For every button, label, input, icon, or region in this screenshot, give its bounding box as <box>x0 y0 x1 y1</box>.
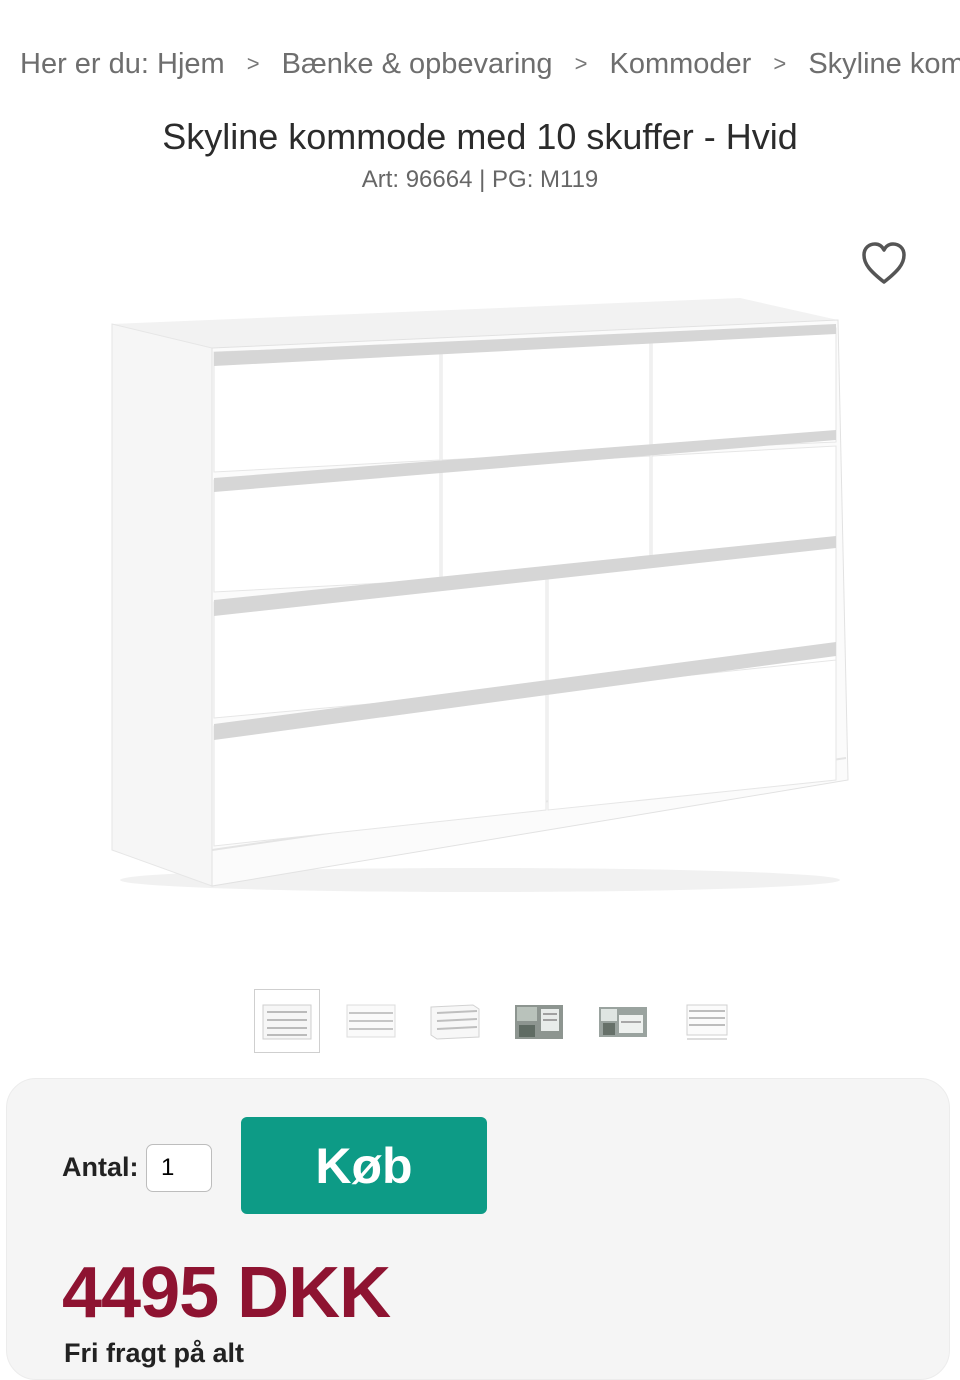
thumbnail-room-1[interactable] <box>506 989 572 1053</box>
quantity-input[interactable] <box>146 1144 212 1192</box>
thumbnail-angle[interactable] <box>422 989 488 1053</box>
price: 4495 DKK <box>62 1253 391 1333</box>
product-image[interactable] <box>100 290 860 900</box>
thumbnail-front-flat[interactable] <box>338 989 404 1053</box>
heart-outline-icon[interactable] <box>858 238 910 288</box>
breadcrumb-separator: > <box>773 51 787 76</box>
thumbnail-room-2[interactable] <box>590 989 656 1053</box>
breadcrumb-separator: > <box>574 51 588 76</box>
breadcrumb: Her er du: Hjem > Bænke & opbevaring > K… <box>20 48 960 81</box>
thumbnail-dimensions[interactable] <box>674 989 740 1053</box>
breadcrumb-link-benches-storage[interactable]: Bænke & opbevaring <box>282 48 553 80</box>
breadcrumb-current: Skyline kommode med 10 skuffer - Hvid <box>808 48 960 80</box>
breadcrumb-link-home[interactable]: Hjem <box>157 48 225 80</box>
breadcrumb-separator: > <box>246 51 260 76</box>
product-title: Skyline kommode med 10 skuffer - Hvid <box>162 116 798 157</box>
shipping-note: Fri fragt på alt <box>64 1338 245 1368</box>
quantity-label: Antal: <box>62 1152 139 1182</box>
thumbnail-strip <box>254 986 740 1056</box>
thumbnail-front[interactable] <box>254 989 320 1053</box>
buy-button[interactable]: Køb <box>241 1117 487 1214</box>
breadcrumb-prefix: Her er du: <box>20 48 149 80</box>
breadcrumb-link-dressers[interactable]: Kommoder <box>610 48 752 80</box>
product-meta: Art: 96664 | PG: M119 <box>361 166 599 193</box>
